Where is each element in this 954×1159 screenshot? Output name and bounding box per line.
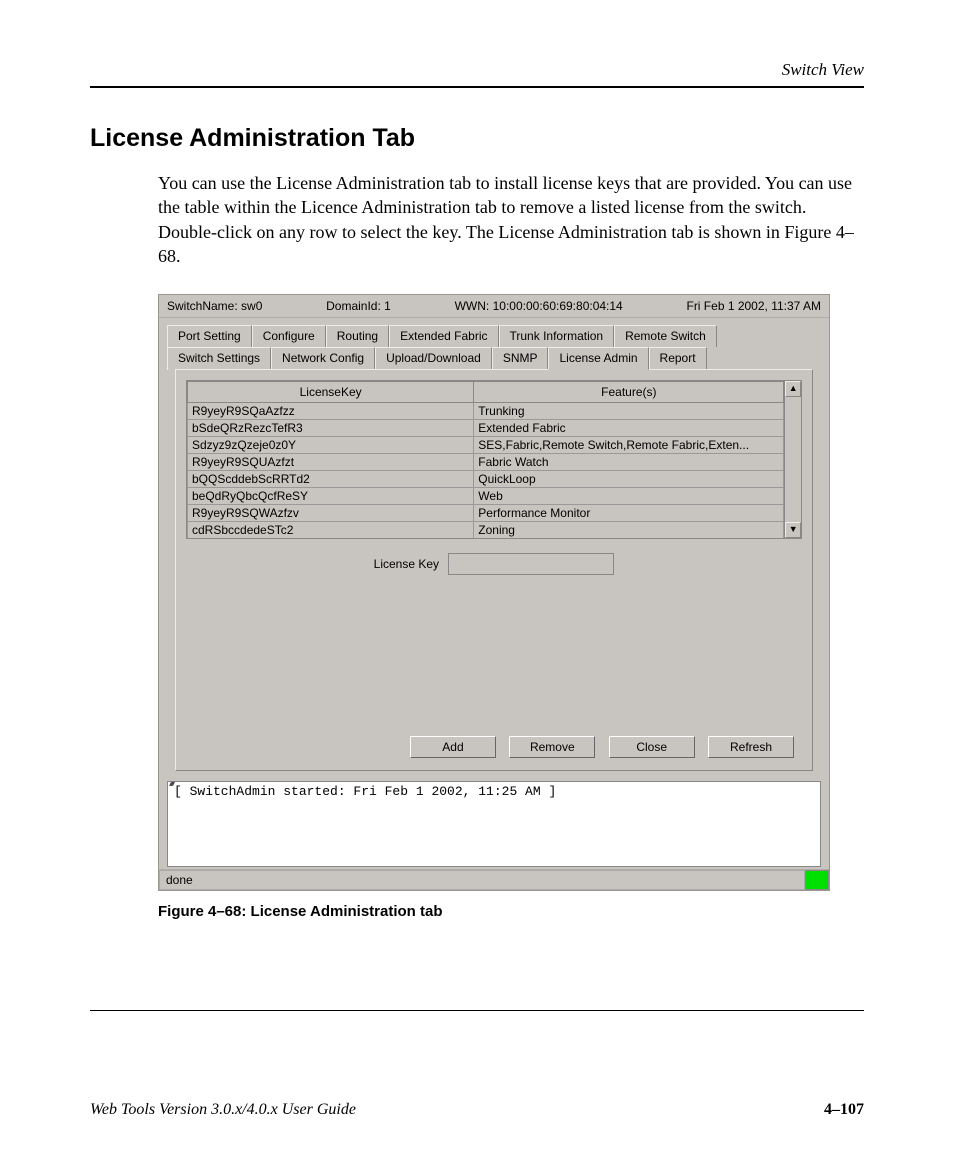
tab-switch-settings[interactable]: Switch Settings: [167, 347, 271, 370]
cell: SES,Fabric,Remote Switch,Remote Fabric,E…: [474, 437, 784, 454]
table-scrollbar[interactable]: ▲ ▼: [784, 381, 801, 538]
section-heading: License Administration Tab: [90, 124, 864, 153]
cell: R9yeyR9SQUAzfzt: [188, 454, 474, 471]
table-row[interactable]: beQdRyQbcQcfReSYWeb: [188, 488, 784, 505]
license-key-input[interactable]: [448, 553, 614, 575]
tab-remote-switch[interactable]: Remote Switch: [614, 325, 717, 347]
cell: Web: [474, 488, 784, 505]
wwn-value: 10:00:00:60:69:80:04:14: [493, 299, 623, 313]
add-button[interactable]: Add: [410, 736, 496, 758]
status-text: done: [159, 870, 805, 890]
cell: Sdzyz9zQzeje0z0Y: [188, 437, 474, 454]
tab-row-2: Switch Settings Network Config Upload/Do…: [167, 346, 821, 369]
table-row[interactable]: cdRSbccdedeSTc2Zoning: [188, 522, 784, 539]
intro-paragraph: You can use the License Administration t…: [158, 171, 864, 268]
cell: beQdRyQbcQcfReSY: [188, 488, 474, 505]
status-indicator-icon: [805, 870, 829, 890]
datetime-value: Fri Feb 1 2002, 11:37 AM: [686, 299, 821, 313]
page-header: Switch View: [90, 60, 864, 80]
console-output: [ SwitchAdmin started: Fri Feb 1 2002, 1…: [167, 781, 821, 867]
cell: Trunking: [474, 403, 784, 420]
scroll-up-icon[interactable]: ▲: [785, 381, 801, 397]
info-bar: SwitchName: sw0 DomainId: 1 WWN: 10:00:0…: [159, 295, 829, 318]
tab-extended-fabric[interactable]: Extended Fabric: [389, 325, 498, 347]
tab-port-setting[interactable]: Port Setting: [167, 325, 252, 347]
remove-button[interactable]: Remove: [509, 736, 595, 758]
table-row[interactable]: R9yeyR9SQaAzfzzTrunking: [188, 403, 784, 420]
switch-name-label: SwitchName:: [167, 299, 238, 313]
table-row[interactable]: bSdeQRzRezcTefR3Extended Fabric: [188, 420, 784, 437]
license-admin-screenshot: SwitchName: sw0 DomainId: 1 WWN: 10:00:0…: [158, 294, 830, 891]
table-row[interactable]: R9yeyR9SQUAzfztFabric Watch: [188, 454, 784, 471]
license-panel: LicenseKey Feature(s) R9yeyR9SQaAzfzzTru…: [175, 369, 813, 771]
cell: Zoning: [474, 522, 784, 539]
domain-id-value: 1: [384, 299, 391, 313]
domain-id-label: DomainId:: [326, 299, 381, 313]
cell: cdRSbccdedeSTc2: [188, 522, 474, 539]
tab-network-config[interactable]: Network Config: [271, 347, 375, 370]
cell: R9yeyR9SQaAzfzz: [188, 403, 474, 420]
cell: R9yeyR9SQWAzfzv: [188, 505, 474, 522]
col-license-key[interactable]: LicenseKey: [188, 382, 474, 403]
header-rule: [90, 86, 864, 88]
cell: bQQScddebScRRTd2: [188, 471, 474, 488]
col-features[interactable]: Feature(s): [474, 382, 784, 403]
tab-configure[interactable]: Configure: [252, 325, 326, 347]
tab-row-1: Port Setting Configure Routing Extended …: [167, 324, 821, 346]
cell: Fabric Watch: [474, 454, 784, 471]
cell: Extended Fabric: [474, 420, 784, 437]
figure-caption: Figure 4–68: License Administration tab: [158, 903, 864, 920]
footer-rule: [90, 1010, 864, 1011]
tab-report[interactable]: Report: [649, 347, 707, 370]
page-number: 4–107: [824, 1101, 864, 1119]
cell: bSdeQRzRezcTefR3: [188, 420, 474, 437]
wwn-label: WWN:: [455, 299, 490, 313]
close-button[interactable]: Close: [609, 736, 695, 758]
footer-left: Web Tools Version 3.0.x/4.0.x User Guide: [90, 1101, 356, 1119]
refresh-button[interactable]: Refresh: [708, 736, 794, 758]
table-row[interactable]: Sdzyz9zQzeje0z0YSES,Fabric,Remote Switch…: [188, 437, 784, 454]
switch-name-value: sw0: [241, 299, 262, 313]
cell: Performance Monitor: [474, 505, 784, 522]
tab-trunk-information[interactable]: Trunk Information: [499, 325, 615, 347]
tab-license-admin[interactable]: License Admin: [548, 347, 648, 370]
table-row[interactable]: R9yeyR9SQWAzfzvPerformance Monitor: [188, 505, 784, 522]
tab-snmp[interactable]: SNMP: [492, 347, 549, 370]
scroll-down-icon[interactable]: ▼: [785, 522, 801, 538]
tab-upload-download[interactable]: Upload/Download: [375, 347, 492, 370]
cell: QuickLoop: [474, 471, 784, 488]
license-table[interactable]: LicenseKey Feature(s) R9yeyR9SQaAzfzzTru…: [187, 381, 784, 538]
license-key-label: License Key: [374, 557, 439, 571]
table-row[interactable]: bQQScddebScRRTd2QuickLoop: [188, 471, 784, 488]
tab-routing[interactable]: Routing: [326, 325, 389, 347]
